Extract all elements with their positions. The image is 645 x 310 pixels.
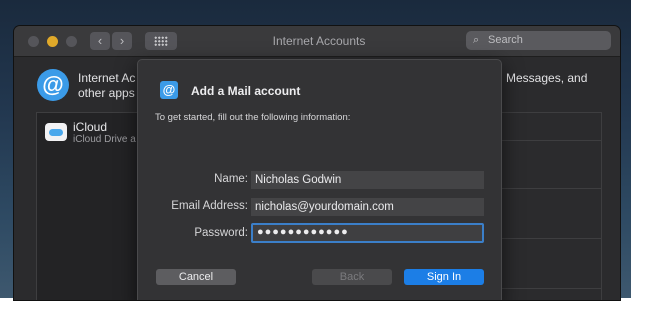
info-line-2: other apps bbox=[78, 86, 135, 100]
sign-in-button[interactable]: Sign In bbox=[404, 269, 484, 285]
dialog-instruction: To get started, fill out the following i… bbox=[155, 112, 351, 123]
search-icon: ⌕ bbox=[473, 34, 480, 46]
icloud-icon bbox=[45, 123, 67, 141]
password-label: Password: bbox=[194, 227, 248, 239]
account-subtitle: iCloud Drive a bbox=[73, 134, 136, 145]
show-all-button[interactable] bbox=[145, 32, 177, 50]
dialog-title: Add a Mail account bbox=[191, 84, 301, 98]
name-label: Name: bbox=[214, 173, 248, 185]
password-field[interactable]: ●●●●●●●●●●●● bbox=[251, 223, 484, 243]
add-mail-account-dialog: @ Add a Mail account To get started, fil… bbox=[137, 59, 502, 300]
email-label: Email Address: bbox=[171, 200, 248, 212]
search-field[interactable]: ⌕ Search bbox=[466, 31, 611, 50]
window-title: Internet Accounts bbox=[272, 34, 366, 48]
forward-nav-button[interactable]: › bbox=[112, 32, 132, 50]
account-name: iCloud bbox=[73, 120, 108, 134]
at-sign-icon: @ bbox=[37, 69, 69, 101]
back-nav-button[interactable]: ‹ bbox=[90, 32, 110, 50]
back-button[interactable]: Back bbox=[312, 269, 392, 285]
info-description-right: Messages, and bbox=[506, 71, 588, 85]
close-window-button[interactable] bbox=[28, 36, 39, 47]
mail-at-icon: @ bbox=[160, 81, 178, 99]
minimize-window-button[interactable] bbox=[47, 36, 58, 47]
email-field[interactable]: nicholas@yourdomain.com bbox=[251, 198, 484, 216]
zoom-window-button[interactable] bbox=[66, 36, 77, 47]
info-line-1: Internet Ac bbox=[78, 71, 136, 85]
grid-icon bbox=[154, 36, 168, 46]
internet-accounts-window: ‹ › Internet Accounts ⌕ Search @ Interne… bbox=[14, 26, 620, 300]
title-bar: ‹ › Internet Accounts ⌕ Search bbox=[14, 26, 620, 57]
desktop-background: ‹ › Internet Accounts ⌕ Search @ Interne… bbox=[0, 0, 645, 310]
info-description: Internet Ac other apps bbox=[78, 71, 135, 101]
name-field[interactable]: Nicholas Godwin bbox=[251, 171, 484, 189]
search-placeholder: Search bbox=[488, 34, 523, 46]
cancel-button[interactable]: Cancel bbox=[156, 269, 236, 285]
screen-edge bbox=[631, 0, 645, 310]
